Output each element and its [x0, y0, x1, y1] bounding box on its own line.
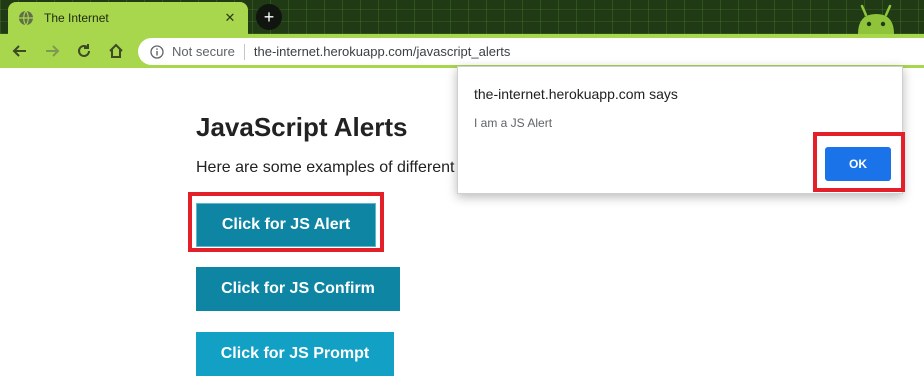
page-title: JavaScript Alerts — [196, 112, 408, 142]
home-icon[interactable] — [106, 41, 126, 61]
omnibox-divider — [243, 43, 245, 60]
dialog-title: the-internet.herokuapp.com says — [474, 86, 678, 102]
browser-tab[interactable]: The Internet ✕ — [8, 2, 248, 34]
js-alert-button[interactable]: Click for JS Alert — [196, 203, 376, 247]
info-icon[interactable] — [150, 44, 164, 59]
url-text[interactable]: the-internet.herokuapp.com/javascript_al… — [254, 44, 511, 59]
ok-button[interactable]: OK — [825, 147, 891, 181]
dialog-message: I am a JS Alert — [474, 116, 553, 130]
browser-toolbar: Not secure the-internet.herokuapp.com/ja… — [0, 34, 924, 68]
intro-text: Here are some examples of different — [196, 159, 455, 176]
tab-strip: The Internet ✕ + — [0, 0, 924, 34]
back-icon[interactable] — [10, 41, 30, 61]
js-prompt-button[interactable]: Click for JS Prompt — [196, 332, 394, 376]
android-mascot-icon — [858, 4, 894, 34]
security-label: Not secure — [172, 44, 235, 59]
tab-title: The Internet — [44, 11, 109, 25]
plus-icon[interactable]: + — [256, 4, 282, 30]
reload-icon[interactable] — [74, 41, 94, 61]
forward-icon[interactable] — [42, 41, 62, 61]
alert-dialog: the-internet.herokuapp.com says I am a J… — [457, 66, 903, 194]
globe-icon — [18, 10, 34, 26]
js-confirm-button[interactable]: Click for JS Confirm — [196, 267, 400, 311]
close-icon[interactable]: ✕ — [222, 10, 238, 26]
address-bar[interactable]: Not secure the-internet.herokuapp.com/ja… — [138, 38, 924, 65]
